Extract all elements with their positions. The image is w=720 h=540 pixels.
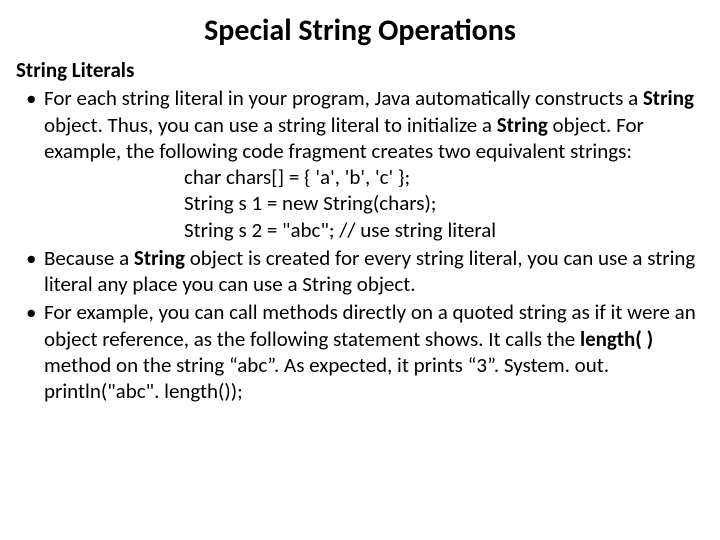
bullet-list: For each string literal in your program,…	[16, 85, 704, 404]
list-item: For each string literal in your program,…	[44, 85, 704, 243]
bold-term: String	[643, 85, 694, 111]
code-line: char chars[] = { 'a', 'b', 'c' };	[184, 164, 704, 190]
code-line: String s 2 = "abc"; // use string litera…	[184, 217, 704, 243]
bold-term: length( )	[580, 326, 653, 352]
bullet-text: For each string literal in your program,…	[44, 85, 643, 111]
code-block: char chars[] = { 'a', 'b', 'c' }; String…	[44, 164, 704, 243]
code-line: String s 1 = new String(chars);	[184, 190, 704, 216]
bullet-text: object. Thus, you can use a string liter…	[44, 112, 497, 138]
list-item: Because a String object is created for e…	[44, 245, 704, 298]
list-item: For example, you can call methods direct…	[44, 299, 704, 404]
bullet-text: Because a	[44, 245, 134, 271]
bold-term: String	[497, 112, 548, 138]
bold-term: String	[134, 245, 185, 271]
subheading: String Literals	[16, 57, 704, 83]
bullet-text: method on the string “abc”. As expected,…	[44, 352, 609, 404]
slide-title: Special String Operations	[16, 12, 704, 49]
